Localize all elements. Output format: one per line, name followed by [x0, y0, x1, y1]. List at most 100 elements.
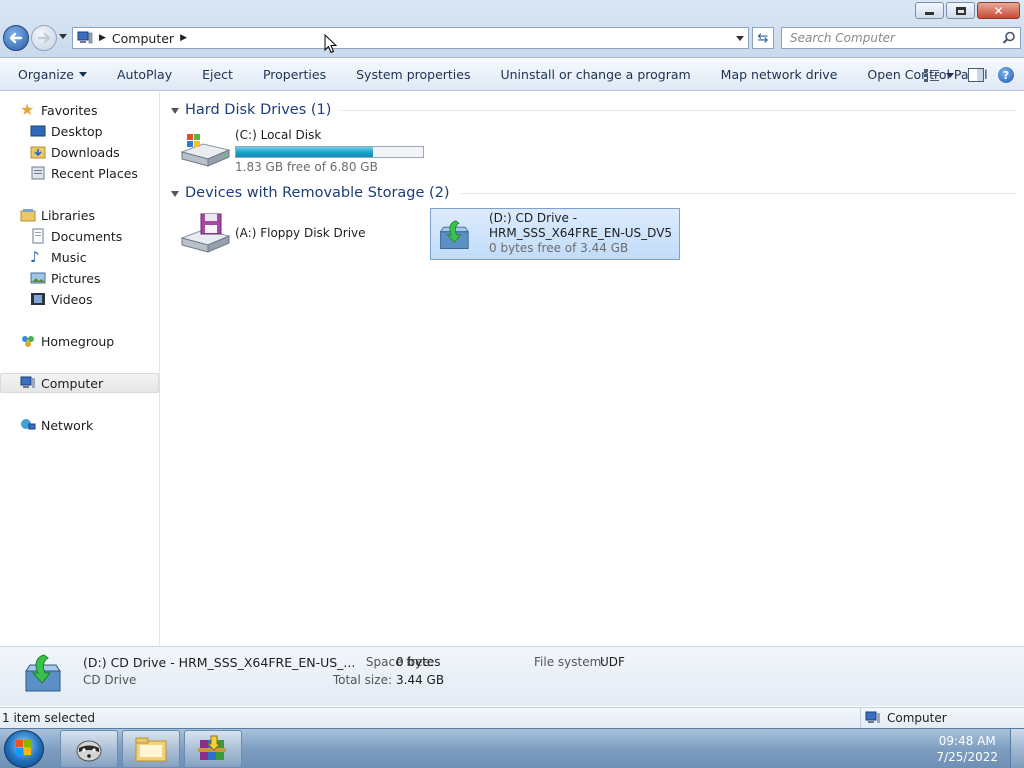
sidebar-item-libraries[interactable]: Libraries	[0, 205, 159, 225]
chevron-down-icon	[946, 72, 954, 78]
sidebar-item-homegroup[interactable]: Homegroup	[0, 331, 159, 351]
details-pane: (D:) CD Drive - HRM_SSS_X64FRE_EN-US_...…	[0, 646, 1024, 706]
taskbar-raccoon-app[interactable]	[60, 730, 118, 768]
sidebar-item-videos[interactable]: Videos	[0, 289, 159, 309]
drive-name: (C:) Local Disk	[235, 128, 322, 142]
cd-drive-icon	[439, 220, 469, 249]
drive-a-tile[interactable]: (A:) Floppy Disk Drive	[179, 212, 366, 254]
sidebar-item-label: Homegroup	[41, 333, 115, 349]
breadcrumb-separator-icon[interactable]: ▶	[99, 33, 106, 43]
taskbar-explorer[interactable]	[122, 730, 180, 768]
drive-free-space: 0 bytes free of 3.44 GB	[489, 241, 629, 255]
sidebar-item-label: Music	[51, 249, 87, 265]
refresh-button[interactable]: ⇆	[752, 27, 774, 49]
preview-pane-icon[interactable]	[968, 68, 984, 82]
group-hard-disk-drives[interactable]: Hard Disk Drives (1)	[171, 99, 1016, 121]
forward-arrow-icon	[37, 32, 51, 44]
group-title: Hard Disk Drives (1)	[185, 102, 332, 118]
file-system-value: UDF	[600, 655, 625, 669]
navigation-pane: ★ Favorites Desktop Downloads Recent Pla…	[0, 92, 160, 645]
mouse-cursor-icon	[324, 34, 338, 54]
sidebar-item-label: Videos	[51, 291, 93, 307]
sidebar-item-label: Libraries	[41, 207, 95, 223]
close-button[interactable]: ✕	[977, 2, 1020, 19]
floppy-drive-icon	[180, 213, 231, 253]
maximize-button[interactable]	[946, 2, 975, 19]
breadcrumb-chevron-icon[interactable]: ▶	[180, 33, 187, 43]
properties-button[interactable]: Properties	[248, 59, 341, 91]
restore-icon	[955, 6, 966, 15]
breadcrumb-computer[interactable]: Computer	[112, 31, 174, 46]
sidebar-item-network[interactable]: Network	[0, 415, 159, 435]
sidebar-item-label: Pictures	[51, 270, 101, 286]
minimize-icon	[925, 11, 934, 15]
sidebar-item-label: Documents	[51, 228, 123, 244]
help-icon[interactable]: ?	[998, 67, 1014, 83]
drive-c-tile[interactable]: (C:) Local Disk 1.83 GB free of 6.80 GB	[179, 128, 424, 175]
view-options-icon	[924, 69, 939, 82]
refresh-icon: ⇆	[757, 30, 769, 46]
computer-icon	[865, 711, 880, 723]
group-title: Devices with Removable Storage (2)	[185, 185, 450, 201]
downloads-folder-icon	[30, 146, 46, 159]
taskbar-archiver[interactable]	[184, 730, 242, 768]
address-bar[interactable]: ▶ Computer ▶	[72, 27, 749, 49]
sidebar-item-favorites[interactable]: ★ Favorites	[0, 100, 159, 120]
status-bar: 1 item selected Computer	[0, 707, 1024, 728]
organize-button[interactable]: Organize	[0, 59, 102, 91]
group-divider	[341, 109, 1016, 111]
drive-d-info: (D:) CD Drive - HRM_SSS_X64FRE_EN-US_DV5…	[489, 211, 672, 256]
sidebar-item-label: Desktop	[51, 123, 103, 139]
search-input[interactable]	[782, 28, 992, 48]
file-list-pane: Hard Disk Drives (1) (C:) Local Disk 1.8…	[161, 92, 1024, 645]
search-icon[interactable]	[1002, 31, 1016, 45]
selection-count: 1 item selected	[2, 711, 96, 725]
search-box[interactable]	[781, 27, 1021, 49]
videos-icon	[31, 293, 45, 305]
map-network-drive-button[interactable]: Map network drive	[706, 59, 853, 91]
drive-d-tile[interactable]: (D:) CD Drive - HRM_SSS_X64FRE_EN-US_DV5…	[430, 208, 680, 260]
status-location-label: Computer	[887, 711, 947, 725]
cd-drive-icon	[25, 654, 61, 692]
autoplay-button[interactable]: AutoPlay	[102, 59, 187, 91]
show-desktop-button[interactable]	[1010, 729, 1024, 768]
hard-disk-icon	[180, 134, 231, 167]
minimize-button[interactable]	[915, 2, 944, 19]
drive-label: HRM_SSS_X64FRE_EN-US_DV5	[489, 226, 673, 240]
address-history-dropdown[interactable]	[736, 36, 744, 41]
back-button[interactable]	[3, 25, 29, 51]
view-controls: ?	[924, 59, 1014, 91]
uninstall-program-button[interactable]: Uninstall or change a program	[485, 59, 705, 91]
homegroup-icon	[22, 336, 34, 347]
window-chrome: ✕ ▶ Computer ▶ ⇆	[0, 0, 1024, 58]
sidebar-item-label: Favorites	[41, 102, 98, 118]
sidebar-item-documents[interactable]: Documents	[0, 226, 159, 246]
total-size-value: 3.44 GB	[396, 673, 445, 687]
start-button[interactable]	[4, 730, 44, 768]
sidebar-item-computer[interactable]: Computer	[0, 373, 159, 393]
eject-button[interactable]: Eject	[187, 59, 248, 91]
sidebar-item-label: Network	[41, 417, 94, 433]
sidebar-item-desktop[interactable]: Desktop	[0, 121, 159, 141]
sidebar-item-label: Computer	[41, 375, 104, 391]
group-removable-storage[interactable]: Devices with Removable Storage (2)	[171, 182, 1016, 204]
collapse-group-icon[interactable]	[171, 107, 179, 114]
network-icon	[21, 419, 36, 430]
sidebar-item-pictures[interactable]: Pictures	[0, 268, 159, 288]
file-system-label: File system:	[534, 655, 606, 669]
pictures-icon	[30, 272, 46, 284]
recent-places-icon	[31, 166, 45, 180]
star-icon: ★	[20, 100, 35, 119]
forward-button[interactable]	[31, 25, 57, 51]
system-clock[interactable]: 09:48 AM 7/25/2022	[936, 733, 998, 765]
sidebar-item-music[interactable]: ♪ Music	[0, 247, 159, 267]
drive-free-space: 1.83 GB free of 6.80 GB	[235, 160, 378, 174]
collapse-group-icon[interactable]	[171, 190, 179, 197]
recent-pages-dropdown[interactable]	[59, 34, 67, 39]
windows-logo-icon	[16, 740, 31, 755]
sidebar-item-recent-places[interactable]: Recent Places	[0, 163, 159, 183]
system-properties-button[interactable]: System properties	[341, 59, 485, 91]
sidebar-item-downloads[interactable]: Downloads	[0, 142, 159, 162]
folder-icon	[135, 737, 167, 762]
change-view-button[interactable]	[924, 68, 954, 82]
